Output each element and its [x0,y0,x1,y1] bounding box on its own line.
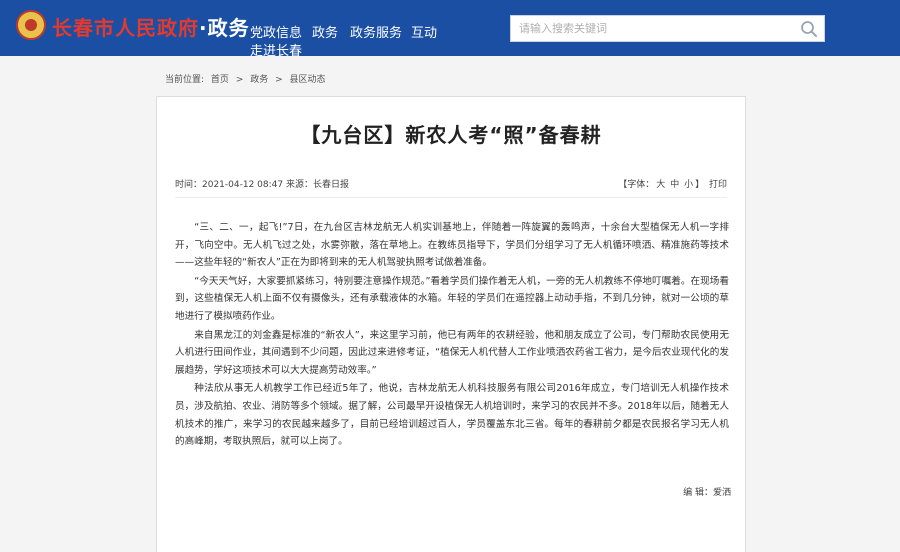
search-icon[interactable] [800,20,818,38]
article-paragraph: “三、二、一，起飞!”7日，在九台区吉林龙航无人机实训基地上，伴随着一阵旋翼的轰… [175,222,729,269]
nav-item-party-info[interactable]: 党政信息 [250,22,302,41]
article-paragraph: “今天天气好，大家要抓紧练习，特别要注意操作规范。”看着学员们操作着无人机，一旁… [175,275,729,322]
article-paragraph: 来自黑龙江的刘金鑫是标准的“新农人”，来这里学习前，他已有两年的农耕经验，他和朋… [175,329,729,376]
font-size-medium[interactable]: 中 [670,180,679,190]
article-editor: 编 辑：爱洒 [683,488,731,498]
font-size-close: 】 [695,180,705,190]
site-logo-title[interactable]: 长春市人民政府·政务 [52,12,250,41]
search-input[interactable] [511,16,807,41]
article-paragraph: 种法欣从事无人机教学工作已经近5年了，他说，吉林龙航无人机科技服务有限公司201… [175,383,729,448]
breadcrumb-sep: > [235,75,244,85]
site-title-text: 长春市人民政府 [52,16,199,40]
article-title: 【九台区】新农人考“照”备春耕 [300,123,602,147]
article-source: 来源：长春日报 [285,180,349,190]
article-meta: 时间：2021-04-12 08:47 来源：长春日报 【字体：大 中 小】 打… [175,177,727,191]
nav-item-interaction[interactable]: 互动 [411,22,437,41]
breadcrumb-label: 当前位置: [165,75,205,85]
meta-right: 【字体：大 中 小】 打印 [616,177,727,190]
article-body: “三、二、一，起飞!”7日，在九台区吉林龙航无人机实训基地上，伴随着一阵旋翼的轰… [175,219,729,452]
breadcrumb-sep: > [275,75,283,85]
font-size-small[interactable]: 小 [684,180,693,190]
breadcrumb: 当前位置: 首页 > 政务 > 县区动态 [165,72,330,85]
nav-item-government[interactable]: 政务 [312,22,338,41]
site-subtitle: 政务 [207,16,250,40]
search-box [510,15,825,42]
meta-left: 时间：2021-04-12 08:47 来源：长春日报 [175,177,349,190]
publish-time: 时间：2021-04-12 08:47 [175,180,284,190]
breadcrumb-government[interactable]: 政务 [250,75,268,85]
breadcrumb-county-news[interactable]: 县区动态 [290,75,326,85]
site-header: 长春市人民政府·政务 党政信息 政务 政务服务 互动 走进长春 [0,0,900,59]
nav-item-explore-changchun[interactable]: 走进长春 [250,40,302,59]
breadcrumb-home[interactable]: 首页 [211,75,229,85]
meta-divider [175,197,727,198]
national-emblem-icon [16,10,46,40]
title-separator: · [199,16,208,40]
print-button[interactable]: 打印 [709,180,727,190]
font-size-large[interactable]: 大 [656,180,665,190]
nav-item-services[interactable]: 政务服务 [350,22,402,41]
font-size-label: 【字体： [618,180,655,190]
article-container: 【九台区】新农人考“照”备春耕 时间：2021-04-12 08:47 来源：长… [156,96,746,552]
